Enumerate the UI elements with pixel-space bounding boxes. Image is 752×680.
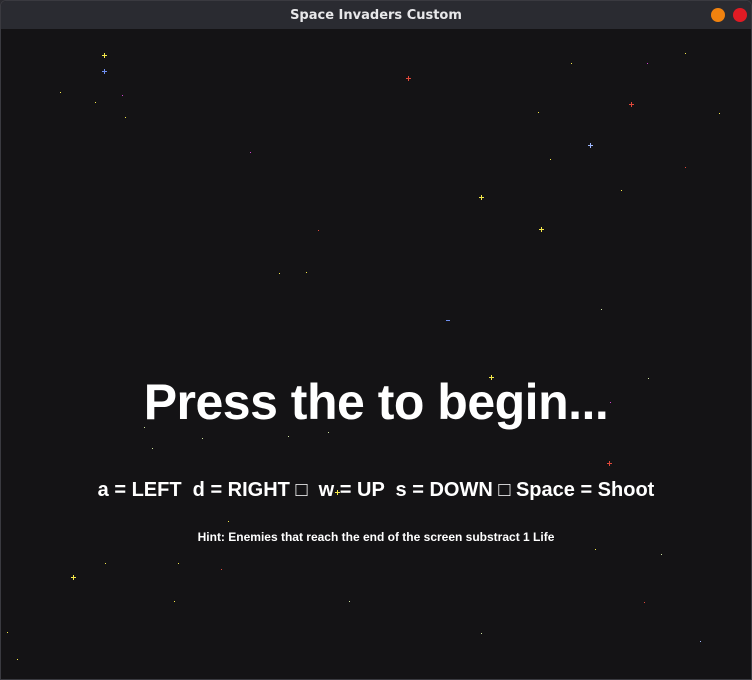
star <box>202 438 203 439</box>
star <box>318 230 319 231</box>
star <box>250 152 251 153</box>
star <box>661 554 662 555</box>
star <box>178 563 179 564</box>
star <box>102 69 107 74</box>
star <box>446 320 450 321</box>
start-prompt: Press the to begin... <box>143 374 609 430</box>
star <box>125 117 126 118</box>
star <box>700 641 701 642</box>
star <box>279 273 280 274</box>
star <box>588 143 593 148</box>
star <box>7 632 8 633</box>
star <box>647 63 648 64</box>
star <box>174 601 175 602</box>
star <box>607 461 612 466</box>
star <box>228 521 229 522</box>
star <box>595 549 596 550</box>
controls-legend: a = LEFT d = RIGHT □ w = UP s = DOWN □ S… <box>97 479 655 501</box>
star <box>629 102 634 107</box>
star <box>685 53 686 54</box>
star <box>102 53 107 58</box>
star <box>538 112 539 113</box>
star <box>105 563 106 564</box>
hint-text: Hint: Enemies that reach the end of the … <box>197 530 555 544</box>
star <box>95 102 96 103</box>
star <box>621 190 622 191</box>
star <box>152 448 153 449</box>
star <box>406 76 411 81</box>
star <box>328 432 329 433</box>
star <box>71 575 76 580</box>
close-button[interactable] <box>733 8 747 22</box>
star <box>349 601 350 602</box>
star <box>550 159 551 160</box>
title-bar[interactable]: Space Invaders Custom <box>1 1 751 29</box>
star <box>571 63 572 64</box>
star <box>122 95 123 96</box>
star <box>601 309 602 310</box>
star <box>685 167 686 168</box>
star <box>644 602 645 603</box>
game-window: Space Invaders Custom Press the to begin… <box>0 0 752 680</box>
star <box>306 272 307 273</box>
game-canvas[interactable]: Press the to begin... a = LEFT d = RIGHT… <box>1 29 751 679</box>
minimize-button[interactable] <box>711 8 725 22</box>
star <box>60 92 61 93</box>
star <box>539 227 544 232</box>
star <box>479 195 484 200</box>
star <box>221 569 222 570</box>
star <box>288 436 289 437</box>
star <box>719 113 720 114</box>
star <box>17 659 18 660</box>
star <box>481 633 482 634</box>
window-title: Space Invaders Custom <box>290 7 462 23</box>
